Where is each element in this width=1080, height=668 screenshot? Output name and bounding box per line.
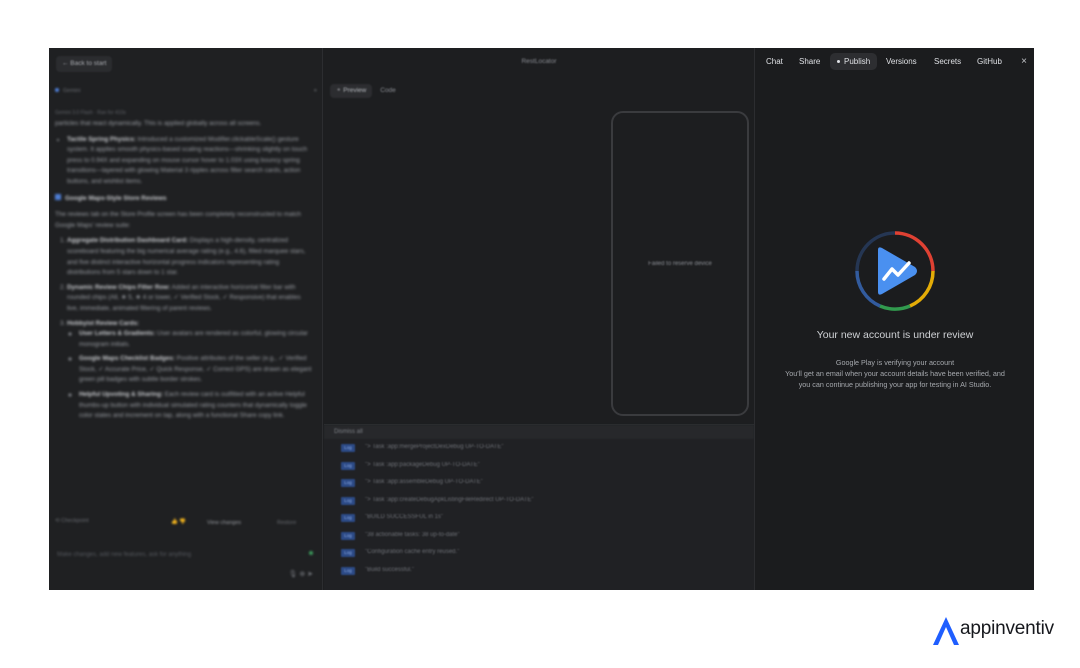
- chat-actions: ⟲ Checkpoint 👍 👎 View changes Restore: [55, 518, 319, 532]
- review-subtitle: Google Play is verifying your account: [835, 358, 955, 367]
- app-window: ← Back to start Gemini + Gemini 3.0 Flas…: [49, 48, 1034, 590]
- chat-subheader: Gemini +: [55, 88, 317, 98]
- log-row: Log "> Task :app:mergeProjectDexDebug UP-…: [324, 439, 754, 457]
- chat-response: particles that react dynamically. This i…: [55, 119, 313, 519]
- back-to-start-button[interactable]: ← Back to start: [56, 56, 113, 72]
- app-title: RestLocator: [521, 58, 557, 65]
- status-dot-icon: [309, 551, 313, 555]
- dismiss-all-button[interactable]: Dismiss all: [324, 425, 754, 439]
- review-title: Your new account is under review: [816, 329, 974, 341]
- chat-paragraph: The reviews tab on the Store Profile scr…: [55, 211, 302, 229]
- nav-publish[interactable]: Publish: [830, 53, 878, 70]
- restore-button[interactable]: Restore: [277, 520, 296, 526]
- preview-tabs: ⚬ Preview Code: [330, 84, 402, 98]
- log-badge: Log: [341, 496, 355, 505]
- google-play-console-icon: [854, 230, 936, 312]
- appinventiv-logo-icon: [933, 617, 959, 645]
- nav-share[interactable]: Share: [799, 53, 820, 70]
- section-heading: Google Maps-Style Store Reviews: [55, 193, 313, 205]
- list-item: Dynamic Review Chips Filter Row: Added a…: [67, 283, 313, 315]
- list-item: Tactile Spring Physics: Introduced a cus…: [67, 135, 313, 188]
- chat-model-label: Gemini: [63, 88, 81, 94]
- log-row: Log "> Task :app:createDebugApkListingFil…: [324, 492, 754, 510]
- nav-versions[interactable]: Versions: [886, 53, 917, 70]
- list-item: User Letters & Gradients: User avatars a…: [79, 329, 313, 350]
- log-badge: Log: [341, 531, 355, 540]
- publish-panel: Chat Share Publish Versions Secrets GitH…: [754, 48, 1034, 590]
- tab-code[interactable]: Code: [374, 84, 402, 98]
- log-row: Log "38 actionable tasks: 38 up-to-date": [324, 527, 754, 545]
- chat-panel: ← Back to start Gemini + Gemini 3.0 Flas…: [49, 48, 323, 590]
- log-row: Log "BUILD SUCCESSFUL in 1s": [324, 509, 754, 527]
- preview-panel: RestLocator ⚬ Preview Code Failed to res…: [324, 48, 754, 590]
- section-icon: [55, 193, 61, 200]
- nav-secrets[interactable]: Secrets: [934, 53, 961, 70]
- device-frame: Failed to reserve device: [611, 111, 749, 416]
- log-row: Log "> Task :app:packageDebug UP-TO-DATE": [324, 457, 754, 475]
- view-changes-button[interactable]: View changes: [207, 520, 241, 526]
- log-badge: Log: [341, 479, 355, 487]
- brand-name: appinventiv: [960, 618, 1054, 639]
- prompt-placeholder: Make changes, add new features, ask for …: [57, 552, 192, 558]
- log-row: Log "> Task :app:assembleDebug UP-TO-DATE…: [324, 474, 754, 492]
- nav-chat[interactable]: Chat: [766, 53, 783, 70]
- list-item: Hobbyist Review Cards: User Letters & Gr…: [67, 319, 313, 422]
- device-status: Failed to reserve device: [648, 261, 712, 267]
- log-badge: Log: [341, 566, 355, 575]
- active-dot-icon: [837, 60, 840, 64]
- chat-paragraph: particles that react dynamically. This i…: [55, 120, 262, 127]
- log-row: Log "Configuration cache entry reused.": [324, 544, 754, 562]
- log-badge: Log: [341, 461, 355, 470]
- checkpoint-label: ⟲ Checkpoint: [55, 518, 89, 524]
- close-icon[interactable]: ×: [1021, 53, 1027, 70]
- status-dot-icon: [55, 88, 59, 92]
- chat-meta: Gemini 3.0 Flash · Ran for 410s: [55, 110, 126, 116]
- new-chat-button[interactable]: +: [314, 88, 317, 94]
- build-console: Dismiss all Log "> Task :app:mergeProject…: [324, 424, 754, 590]
- prompt-input[interactable]: Make changes, add new features, ask for …: [55, 548, 315, 586]
- nav-github[interactable]: GitHub: [977, 53, 1002, 70]
- list-item: Aggregate Distribution Dashboard Card: D…: [67, 236, 313, 278]
- log-row: Log "Build successful.": [324, 562, 754, 580]
- review-description: You'll get an email when your account de…: [785, 369, 1005, 389]
- log-badge: Log: [341, 444, 355, 452]
- list-item: Helpful Upvoting & Sharing: Each review …: [79, 390, 313, 422]
- log-badge: Log: [341, 514, 355, 522]
- tab-preview[interactable]: ⚬ Preview: [330, 84, 373, 98]
- prompt-tools[interactable]: 🎙 ⊕ ➤: [288, 570, 313, 578]
- list-item: Google Maps Checklist Badges: Positive a…: [79, 354, 313, 386]
- log-badge: Log: [341, 549, 355, 557]
- feedback-icons[interactable]: 👍 👎: [171, 519, 186, 525]
- top-nav: Chat Share Publish Versions Secrets GitH…: [755, 53, 1034, 70]
